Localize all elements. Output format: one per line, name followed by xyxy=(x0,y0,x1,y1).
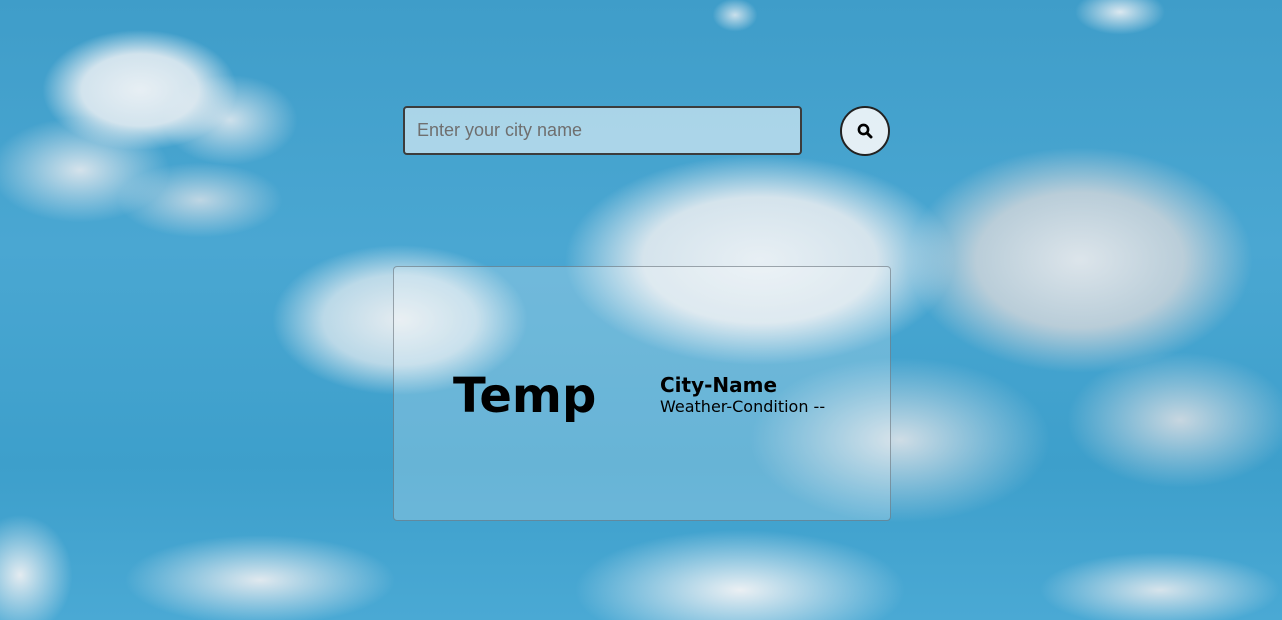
search-icon xyxy=(857,123,873,139)
city-name: City-Name xyxy=(660,373,778,397)
temperature-value: Temp xyxy=(453,368,597,424)
weather-condition: Weather-Condition -- xyxy=(660,397,826,416)
search-bar xyxy=(403,106,890,156)
search-button[interactable] xyxy=(840,106,890,156)
weather-card: Temp City-Name Weather-Condition -- xyxy=(393,266,891,521)
weather-info: City-Name Weather-Condition -- xyxy=(660,373,825,417)
city-search-input[interactable] xyxy=(403,106,802,155)
